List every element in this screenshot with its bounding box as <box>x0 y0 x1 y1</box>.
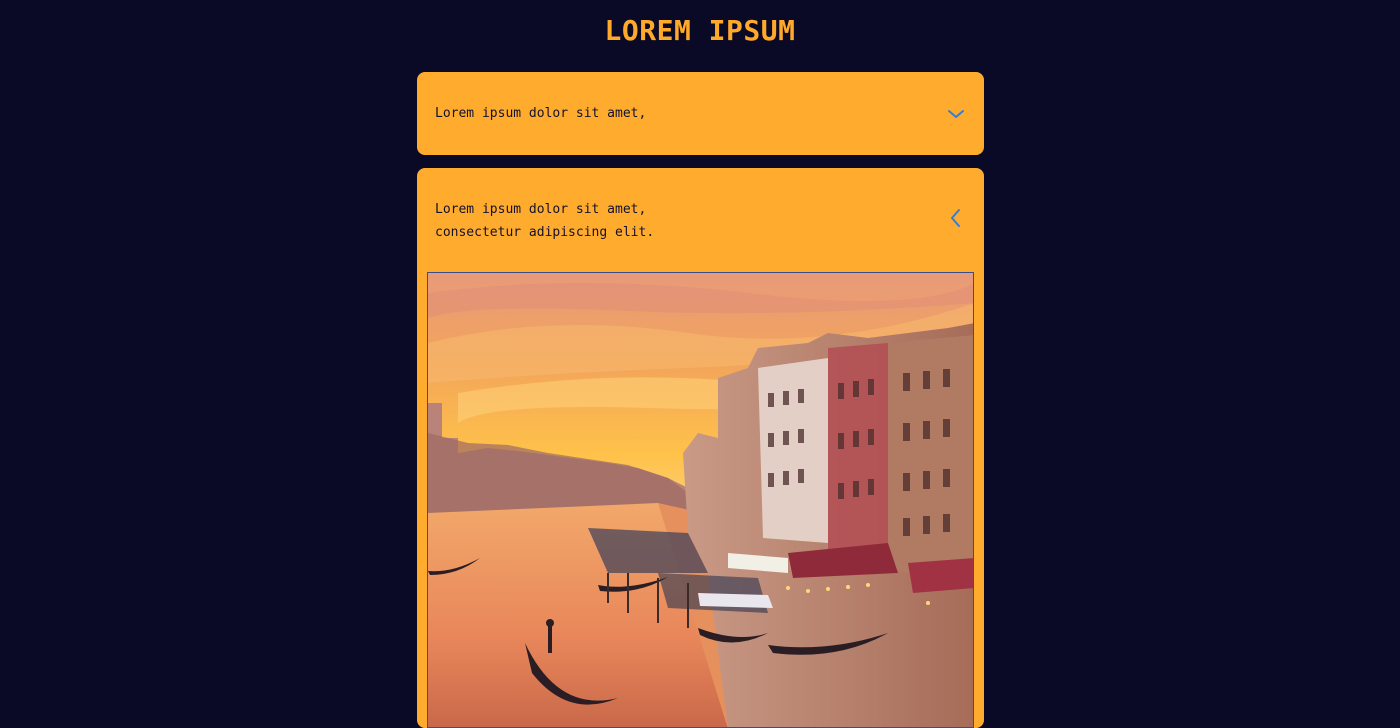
accordion-item-2-text-line-2: consectetur adipiscing elit. <box>435 225 655 240</box>
page-title: LOREM IPSUM <box>604 14 796 47</box>
chevron-down-icon[interactable] <box>946 104 966 124</box>
accordion-item-2-text-line-1: Lorem ipsum dolor sit amet, <box>435 202 647 217</box>
accordion-item-1-text-line-1: Lorem ipsum dolor sit amet, <box>435 106 647 121</box>
accordion-item-1-label: Lorem ipsum dolor sit amet, <box>435 102 646 125</box>
venice-canal-image <box>427 272 974 728</box>
accordion-item-2-label: Lorem ipsum dolor sit amet, consectetur … <box>435 198 654 244</box>
chevron-left-icon[interactable] <box>946 208 966 228</box>
accordion-item-2[interactable]: Lorem ipsum dolor sit amet, consectetur … <box>417 168 984 728</box>
accordion-item-1[interactable]: Lorem ipsum dolor sit amet, <box>417 72 984 155</box>
